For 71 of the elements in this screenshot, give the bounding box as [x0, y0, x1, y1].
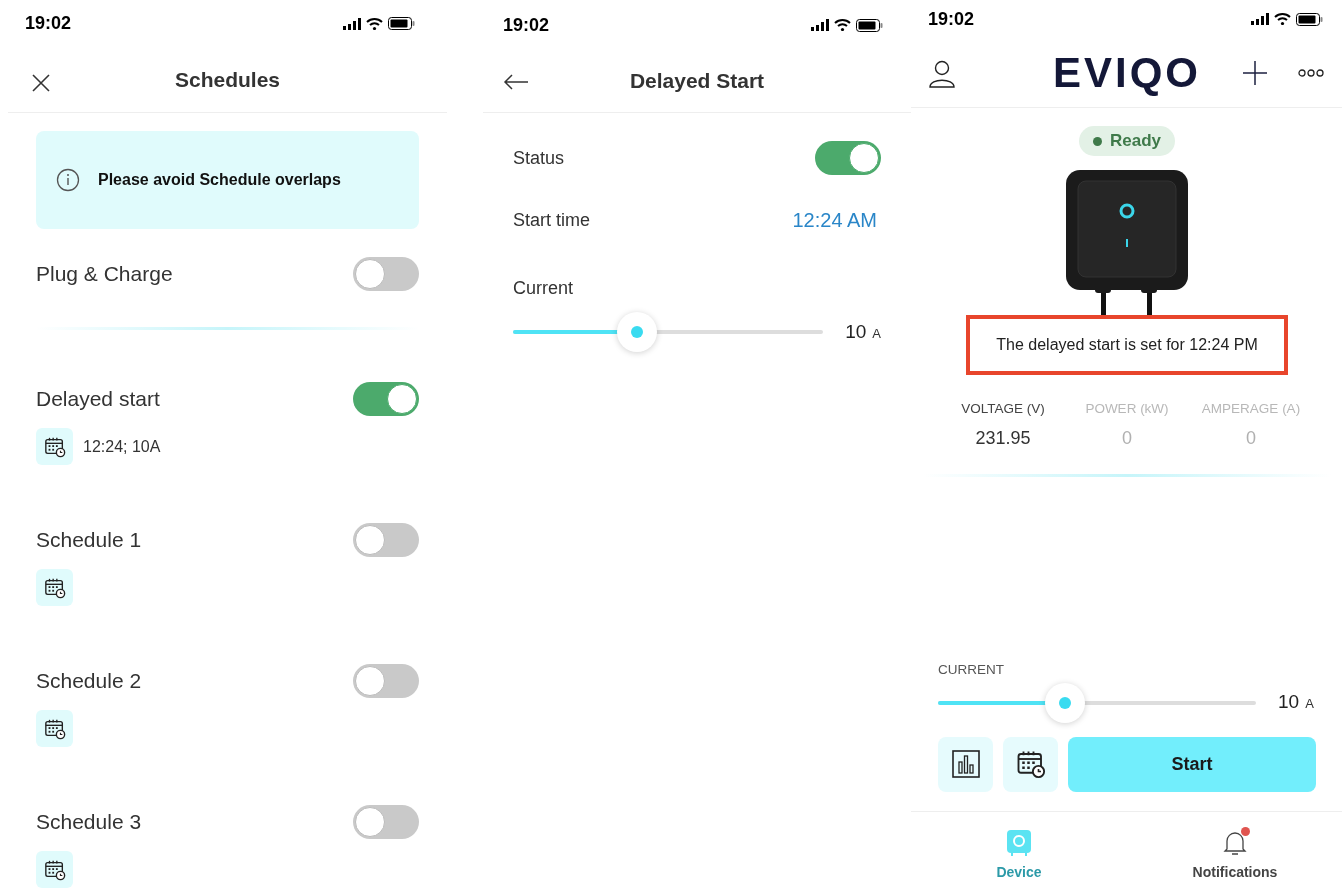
calendar-clock-icon: [1015, 749, 1046, 779]
metric-label: POWER (kW): [1085, 400, 1169, 418]
tab-item[interactable]: Notifications: [1127, 829, 1342, 883]
metric-label: VOLTAGE (V): [961, 400, 1045, 418]
signal-icon: [1251, 13, 1269, 25]
setting-label: Start time: [513, 208, 591, 232]
status-text: Ready: [1110, 130, 1161, 153]
metric-value: 0: [1122, 427, 1132, 451]
plus-icon[interactable]: [1242, 60, 1268, 86]
start-time-link[interactable]: 12:24 AM: [792, 205, 877, 235]
screen-title: Delayed Start: [629, 68, 765, 95]
current-label: CURRENT: [938, 661, 1005, 680]
setting-label: Delayed start: [36, 386, 160, 413]
bar-chart-icon: [951, 750, 980, 778]
calendar-button[interactable]: [36, 428, 73, 465]
user-icon[interactable]: [929, 60, 955, 88]
setting-label: Schedule 1: [36, 527, 142, 554]
slider-thumb[interactable]: [617, 312, 658, 352]
setting-label: Schedule 2: [36, 668, 142, 695]
battery-icon: [856, 18, 883, 32]
current-slider[interactable]: [513, 312, 824, 352]
toggle-switch[interactable]: [353, 523, 419, 557]
setting-label: Current: [513, 277, 575, 300]
metric-value: 0: [1246, 427, 1256, 451]
schedule-button[interactable]: [1003, 736, 1058, 792]
calendar-clock-icon: [43, 435, 66, 458]
metric-label: AMPERAGE (A): [1201, 400, 1301, 418]
back-arrow-icon[interactable]: [503, 74, 529, 90]
current-value: 10: [1278, 690, 1300, 715]
calendar-button[interactable]: [36, 710, 73, 747]
toggle-switch[interactable]: [353, 805, 419, 839]
brand-logo: EVIQO: [1052, 51, 1201, 94]
toggle-switch[interactable]: [353, 382, 419, 416]
delayed-start-message: The delayed start is set for 12:24 PM: [966, 315, 1288, 375]
metric-value: 231.95: [975, 427, 1031, 451]
info-icon: [56, 168, 80, 193]
calendar-button[interactable]: [36, 569, 73, 606]
schedule-detail: 12:24; 10A: [83, 436, 161, 457]
toggle-switch[interactable]: [353, 257, 419, 291]
clock-time: 19:02: [928, 7, 975, 31]
setting-label: Status: [513, 146, 565, 170]
statistics-button[interactable]: [938, 736, 993, 792]
status-toggle[interactable]: [815, 141, 881, 175]
calendar-clock-icon: [43, 858, 66, 881]
wifi-icon: [1274, 13, 1291, 25]
clock-time: 19:02: [25, 12, 72, 36]
calendar-button[interactable]: [36, 851, 73, 888]
battery-icon: [388, 17, 415, 31]
wifi-icon: [366, 17, 383, 30]
unit-label: A: [1305, 695, 1314, 714]
clock-time: 19:02: [503, 13, 550, 37]
notice-text: Please avoid Schedule overlaps: [98, 170, 341, 191]
current-value: 10: [845, 319, 867, 344]
setting-label: Schedule 3: [36, 809, 142, 836]
start-button[interactable]: Start: [1068, 736, 1316, 792]
current-slider[interactable]: [938, 682, 1256, 723]
wifi-icon: [834, 19, 851, 31]
screen-title: Schedules: [174, 67, 280, 94]
close-icon[interactable]: [31, 72, 51, 93]
slider-thumb[interactable]: [1045, 682, 1086, 723]
more-icon[interactable]: [1298, 69, 1324, 77]
battery-icon: [1296, 12, 1323, 26]
setting-label: Plug & Charge: [36, 261, 173, 288]
signal-icon: [811, 19, 829, 31]
unit-label: A: [872, 324, 881, 343]
bell-icon: [1223, 829, 1247, 856]
device-icon: [1007, 829, 1031, 856]
toggle-switch[interactable]: [353, 664, 419, 698]
signal-icon: [343, 17, 361, 30]
calendar-clock-icon: [43, 576, 66, 599]
calendar-clock-icon: [43, 717, 66, 740]
